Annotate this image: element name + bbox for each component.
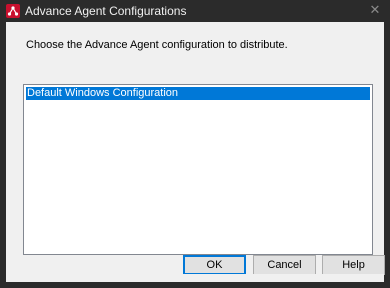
dialog-client-area: Choose the Advance Agent configuration t… (6, 22, 384, 274)
instruction-label: Choose the Advance Agent configuration t… (26, 39, 288, 51)
title-bar[interactable]: Advance Agent Configurations ✕ (0, 0, 390, 22)
configuration-list[interactable]: Default Windows Configuration (23, 84, 373, 255)
ok-button[interactable]: OK (183, 255, 246, 275)
help-button[interactable]: Help (322, 255, 385, 275)
app-logo-icon (6, 4, 20, 18)
dialog-bottom-edge (6, 274, 384, 282)
dialog-window: Advance Agent Configurations ✕ Choose th… (0, 0, 390, 288)
close-icon[interactable]: ✕ (360, 0, 390, 22)
window-title: Advance Agent Configurations (25, 4, 187, 18)
cancel-button[interactable]: Cancel (253, 255, 316, 275)
list-item[interactable]: Default Windows Configuration (26, 87, 370, 100)
